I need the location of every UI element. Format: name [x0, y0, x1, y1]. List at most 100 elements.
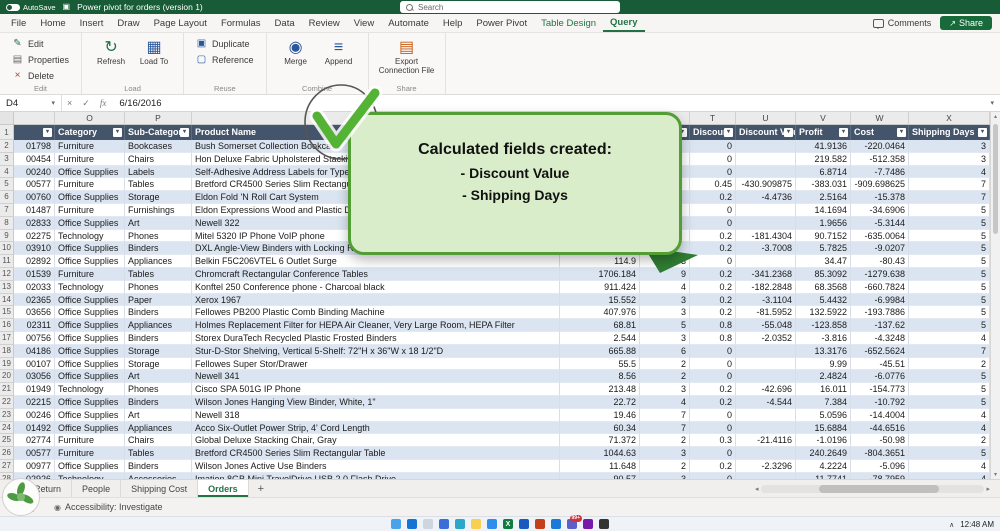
row-number[interactable]: 13	[0, 281, 14, 294]
chevron-up-icon[interactable]: ∧	[949, 521, 954, 529]
horizontal-scroll-thumb[interactable]	[819, 485, 939, 493]
cell[interactable]: Phones	[125, 383, 192, 396]
delete-button[interactable]: ×Delete	[9, 68, 72, 83]
cell[interactable]: Technology	[55, 383, 125, 396]
cell[interactable]: Storage	[125, 345, 192, 358]
cell[interactable]: -4.4736	[736, 191, 796, 204]
cell[interactable]: 5.7825	[796, 242, 851, 255]
row-number[interactable]: 16	[0, 319, 14, 332]
row-number[interactable]: 14	[0, 294, 14, 307]
cell[interactable]: 219.582	[796, 153, 851, 166]
cell[interactable]: 90.7152	[796, 230, 851, 243]
cell[interactable]: 132.5922	[796, 306, 851, 319]
cell[interactable]: Furniture	[55, 178, 125, 191]
row-number[interactable]: 10	[0, 242, 14, 255]
cell[interactable]: 9.99	[796, 358, 851, 371]
cell[interactable]: Chromcraft Rectangular Conference Tables	[192, 268, 560, 281]
terminal-icon[interactable]	[599, 519, 609, 529]
cell[interactable]: Tables	[125, 178, 192, 191]
cell[interactable]: 00107	[14, 358, 55, 371]
row-number[interactable]: 4	[0, 166, 14, 179]
cell[interactable]: Konftel 250 Conference phone - Charcoal …	[192, 281, 560, 294]
cell[interactable]: 5	[909, 281, 990, 294]
cell[interactable]: Fellowes PB200 Plastic Comb Binding Mach…	[192, 306, 560, 319]
cell[interactable]: 71.372	[560, 434, 640, 447]
cell[interactable]: 5	[909, 217, 990, 230]
accessibility-status[interactable]: ◉Accessibility: Investigate	[54, 502, 163, 512]
cell[interactable]: 02275	[14, 230, 55, 243]
cell[interactable]: 6	[640, 345, 690, 358]
cell[interactable]: 41.9136	[796, 140, 851, 153]
cell[interactable]: Phones	[125, 230, 192, 243]
filter-button[interactable]: ▾	[784, 128, 793, 137]
cell[interactable]: 3	[640, 383, 690, 396]
cell[interactable]: Tables	[125, 268, 192, 281]
cell[interactable]: Phones	[125, 281, 192, 294]
cell[interactable]: Acco Six-Outlet Power Strip, 4' Cord Len…	[192, 422, 560, 435]
cell[interactable]: Art	[125, 370, 192, 383]
cell[interactable]: -635.0064	[851, 230, 909, 243]
cell[interactable]: Appliances	[125, 255, 192, 268]
cell[interactable]: 5	[640, 319, 690, 332]
cell[interactable]	[736, 255, 796, 268]
cell[interactable]: Appliances	[125, 319, 192, 332]
cell[interactable]: Furniture	[55, 140, 125, 153]
scroll-up-icon[interactable]: ▴	[991, 113, 1000, 120]
file-explorer-icon[interactable]	[471, 519, 481, 529]
cell[interactable]: 2.5164	[796, 191, 851, 204]
cell[interactable]: 407.976	[560, 306, 640, 319]
taskbar-clock[interactable]: 12:48 AM	[960, 520, 994, 529]
cell[interactable]: -804.3651	[851, 447, 909, 460]
cell[interactable]: 1044.63	[560, 447, 640, 460]
cell[interactable]: Office Supplies	[55, 191, 125, 204]
cell[interactable]: 0.2	[690, 294, 736, 307]
store-icon[interactable]	[487, 519, 497, 529]
cell[interactable]: Office Supplies	[55, 166, 125, 179]
cell[interactable]: 02311	[14, 319, 55, 332]
column-header-category[interactable]: Category▾	[55, 125, 125, 140]
cell[interactable]: 3	[909, 140, 990, 153]
cell[interactable]: Art	[125, 409, 192, 422]
duplic-ate-button[interactable]: ▣Duplic­ate	[193, 36, 257, 51]
filter-button[interactable]: ▾	[43, 128, 52, 137]
cell[interactable]: -3.1104	[736, 294, 796, 307]
cell[interactable]: Office Supplies	[55, 332, 125, 345]
cell[interactable]: 4	[909, 422, 990, 435]
cell[interactable]: -42.696	[736, 383, 796, 396]
cell[interactable]: 8.56	[560, 370, 640, 383]
cell[interactable]: Paper	[125, 294, 192, 307]
cell[interactable]: 00240	[14, 166, 55, 179]
start-icon[interactable]	[407, 519, 417, 529]
cell[interactable]: -1279.638	[851, 268, 909, 281]
ribbon-tab-data[interactable]: Data	[268, 14, 302, 32]
cell[interactable]: 0.2	[690, 281, 736, 294]
cell[interactable]: Appliances	[125, 422, 192, 435]
cell[interactable]: 0.8	[690, 319, 736, 332]
cell[interactable]: 5	[909, 242, 990, 255]
cell[interactable]: 02215	[14, 396, 55, 409]
filter-button[interactable]: ▾	[180, 128, 189, 137]
cell[interactable]: 02833	[14, 217, 55, 230]
ribbon-tab-file[interactable]: File	[4, 14, 33, 32]
cell[interactable]: 5	[909, 396, 990, 409]
comments-button[interactable]: Comments	[873, 18, 932, 28]
row-number[interactable]: 19	[0, 358, 14, 371]
cell[interactable]: 0	[690, 217, 736, 230]
word-icon[interactable]	[519, 519, 529, 529]
cell[interactable]: 2	[909, 358, 990, 371]
ribbon-tab-formulas[interactable]: Formulas	[214, 14, 268, 32]
cell[interactable]: 0	[690, 422, 736, 435]
row-number[interactable]: 22	[0, 396, 14, 409]
cell[interactable]: Global Deluxe Stacking Chair, Gray	[192, 434, 560, 447]
row-number[interactable]: 15	[0, 306, 14, 319]
insert-function-icon[interactable]: fx	[95, 98, 112, 108]
cell[interactable]	[736, 422, 796, 435]
cell[interactable]: -21.4116	[736, 434, 796, 447]
ribbon-tab-view[interactable]: View	[347, 14, 381, 32]
cell[interactable]: 00577	[14, 447, 55, 460]
cell[interactable]: -383.031	[796, 178, 851, 191]
cell[interactable]: 22.72	[560, 396, 640, 409]
cell[interactable]: Office Supplies	[55, 409, 125, 422]
cell[interactable]: 0.2	[690, 396, 736, 409]
cell[interactable]: -909.698625	[851, 178, 909, 191]
